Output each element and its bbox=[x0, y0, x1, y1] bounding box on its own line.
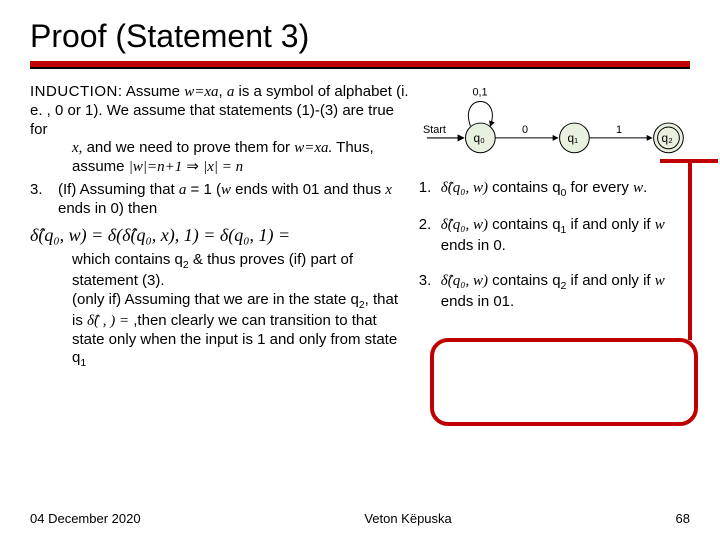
item-3: 3. (If) Assuming that a = 1 (w ends with… bbox=[30, 181, 413, 219]
b: δ̂(q₀, w) contains q2 if and only if w e… bbox=[441, 272, 696, 312]
b: δ̂(q₀, w) contains q1 if and only if w e… bbox=[441, 216, 696, 256]
t: ends in 0) then bbox=[58, 200, 157, 217]
slide-title: Proof (Statement 3) bbox=[30, 18, 690, 55]
statement-2: 2. δ̂(q₀, w) contains q1 if and only if … bbox=[419, 216, 696, 256]
statement-1: 1. δ̂(q₀, w) contains q0 for every w. bbox=[419, 179, 696, 200]
induction-label: INDUCTION: bbox=[30, 83, 123, 100]
start-label: Start bbox=[423, 124, 446, 136]
abs2: |x| = n bbox=[203, 159, 243, 175]
sub: 1 bbox=[80, 357, 86, 369]
footer-author: Veton Këpuska bbox=[364, 511, 451, 526]
b: δ̂(q₀, w) contains q0 for every w. bbox=[441, 179, 696, 200]
t: contains q bbox=[488, 179, 561, 196]
x: x bbox=[385, 182, 392, 198]
automaton-diagram: Start q₀ 0,1 0 q₁ 1 bbox=[419, 83, 696, 175]
title-rule bbox=[30, 61, 690, 69]
t: . bbox=[643, 179, 647, 196]
induction-hang: x, and we need to prove them for w=xa. T… bbox=[30, 139, 413, 177]
t: contains q bbox=[488, 272, 561, 289]
t: for every bbox=[566, 179, 633, 196]
item-3-number: 3. bbox=[30, 181, 58, 219]
automaton-svg: Start q₀ 0,1 0 q₁ 1 bbox=[419, 83, 696, 175]
after-eq: which contains q2 & thus proves (if) par… bbox=[30, 251, 413, 371]
t: which contains q bbox=[72, 251, 183, 268]
t: Assume bbox=[123, 83, 185, 100]
t: if and only if bbox=[566, 216, 654, 233]
edge-0: 0 bbox=[522, 124, 528, 136]
footer-date: 04 December 2020 bbox=[30, 511, 141, 526]
abs1: |w|=n+1 bbox=[129, 159, 183, 175]
t: , bbox=[219, 83, 227, 100]
edge-1: 1 bbox=[616, 124, 622, 136]
dh: δ̂(q₀, w) bbox=[441, 217, 488, 233]
t: ends in 01. bbox=[441, 293, 514, 310]
w: w bbox=[655, 273, 665, 289]
statement-3: 3. δ̂(q₀, w) contains q2 if and only if … bbox=[419, 272, 696, 312]
content-area: INDUCTION: Assume w=xa, a is a symbol of… bbox=[30, 83, 690, 370]
dh: δ̂(q₀, w) bbox=[441, 273, 488, 289]
dh: δ̂(q₀, w) bbox=[441, 180, 488, 196]
footer-page: 68 bbox=[676, 511, 690, 526]
q2-label: q₂ bbox=[661, 131, 673, 145]
dhat-inline: δ̂( , ) = bbox=[87, 313, 129, 329]
q0-label: q₀ bbox=[473, 131, 485, 145]
edge-01: 0,1 bbox=[472, 86, 487, 98]
q1-label: q₁ bbox=[567, 131, 578, 145]
right-column: Start q₀ 0,1 0 q₁ 1 bbox=[419, 83, 696, 370]
t: ends in 0. bbox=[441, 237, 506, 254]
t: and we need to prove them for bbox=[82, 139, 294, 156]
n: 3. bbox=[419, 272, 441, 312]
item-3-body: (If) Assuming that a = 1 (w ends with 01… bbox=[58, 181, 413, 219]
t: (only if) Assuming that we are in the st… bbox=[72, 291, 359, 308]
statements-list: 1. δ̂(q₀, w) contains q0 for every w. 2.… bbox=[419, 179, 696, 312]
t: contains q bbox=[488, 216, 561, 233]
wxa: w=xa bbox=[184, 84, 218, 100]
delta-equation: δ̂(q₀, w) = δ(δ̂(q₀, x), 1) = δ(q₀, 1) = bbox=[30, 224, 413, 247]
left-column: INDUCTION: Assume w=xa, a is a symbol of… bbox=[30, 83, 419, 370]
w: w bbox=[221, 182, 231, 198]
t: = 1 ( bbox=[186, 181, 221, 198]
t: if and only if bbox=[566, 272, 654, 289]
wxa2: w=xa. bbox=[294, 140, 332, 156]
imp: ⇒ bbox=[182, 158, 203, 175]
x: x, bbox=[72, 140, 82, 156]
slide-footer: 04 December 2020 Veton Këpuska 68 bbox=[30, 511, 690, 526]
w: w bbox=[655, 217, 665, 233]
w: w bbox=[633, 180, 643, 196]
t: (If) Assuming that bbox=[58, 181, 179, 198]
n: 2. bbox=[419, 216, 441, 256]
induction-paragraph: INDUCTION: Assume w=xa, a is a symbol of… bbox=[30, 83, 413, 177]
n: 1. bbox=[419, 179, 441, 200]
t: ends with 01 and thus bbox=[231, 181, 385, 198]
